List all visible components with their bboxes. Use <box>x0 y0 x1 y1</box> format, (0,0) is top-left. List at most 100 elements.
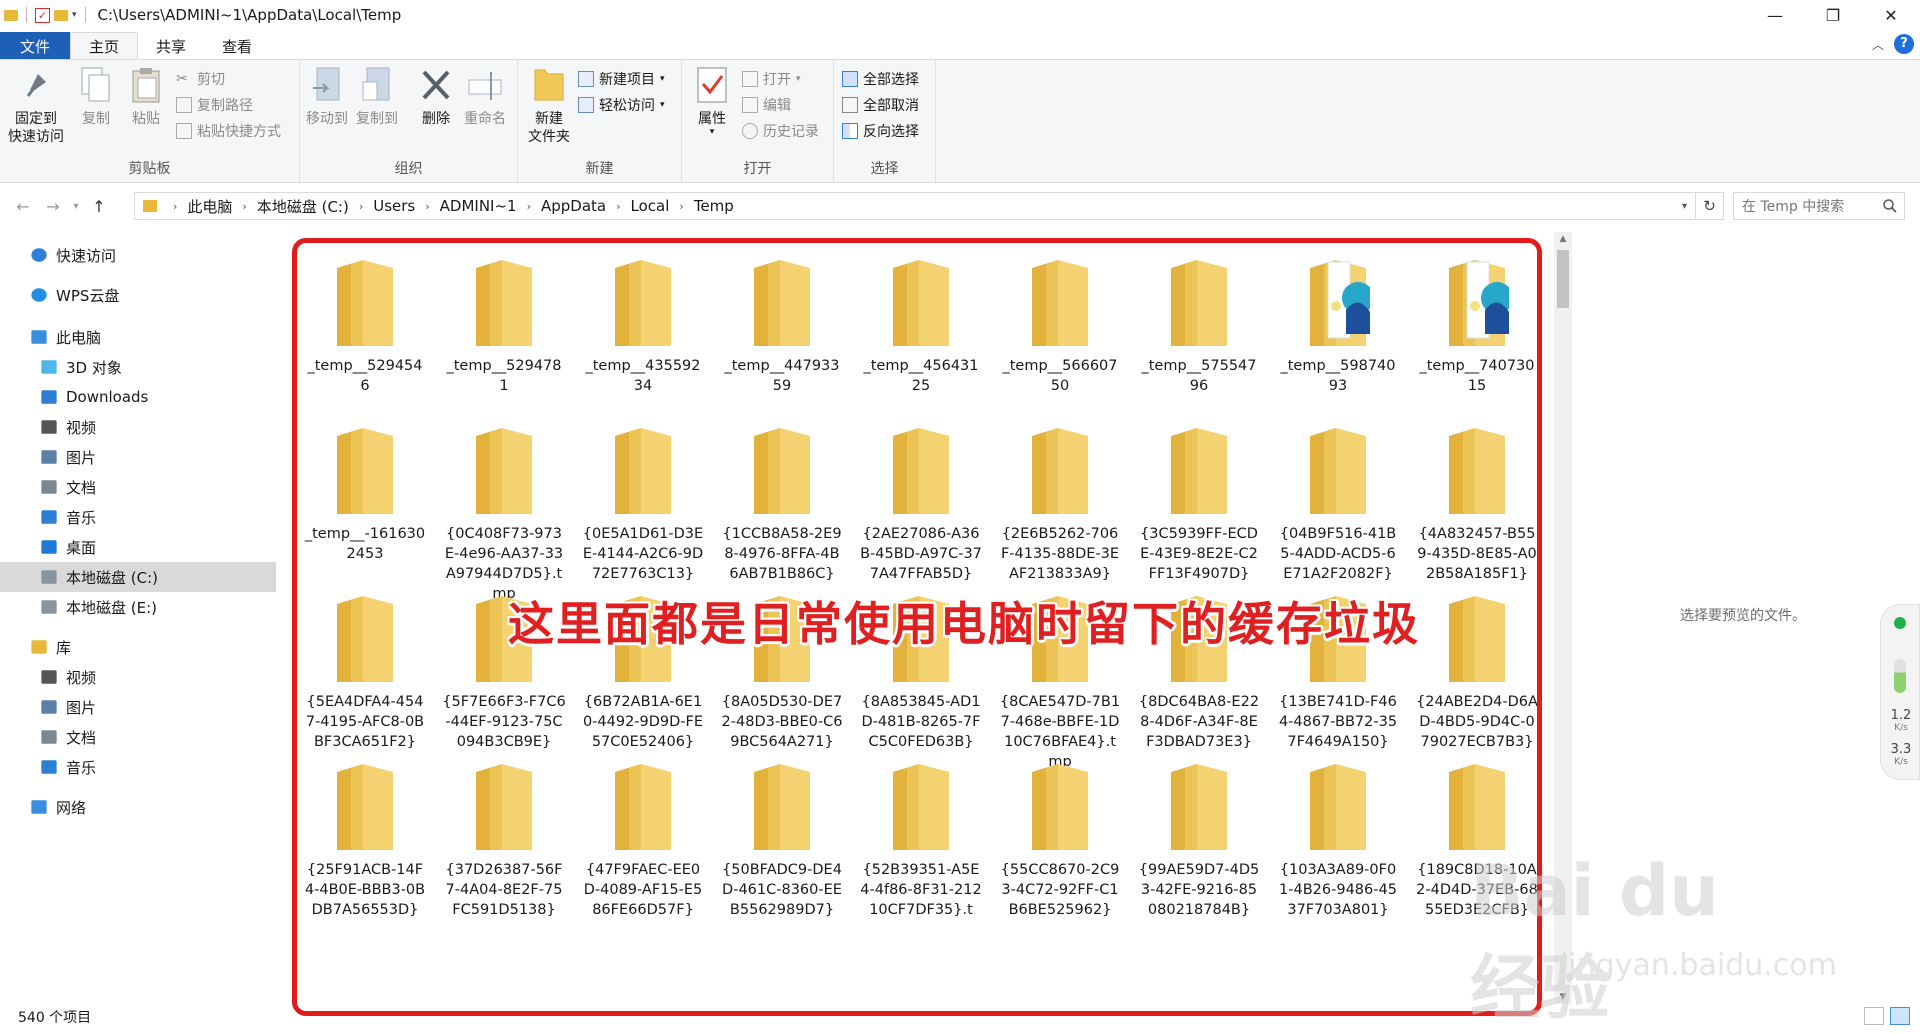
nav-item[interactable]: 本地磁盘 (C:) <box>0 562 276 592</box>
file-item[interactable]: {52B39351-A5E4-4f86-8F31-21210CF7DF35}.t <box>858 750 984 920</box>
breadcrumb-local[interactable]: Local <box>631 197 670 215</box>
move-to-button[interactable]: 移动到 <box>306 66 348 128</box>
maximize-button[interactable]: ❐ <box>1804 0 1862 30</box>
search-input[interactable]: 在 Temp 中搜索 <box>1733 192 1905 220</box>
forward-arrow-icon[interactable]: → <box>38 197 68 216</box>
nav-item[interactable]: 图片 <box>40 442 276 472</box>
history-button[interactable]: 历史记录 <box>742 120 819 142</box>
nav-item[interactable]: 3D 对象 <box>40 352 276 382</box>
file-item[interactable]: {0C408F73-973E-4e96-AA37-33A97944D7D5}.t… <box>441 414 567 604</box>
file-item[interactable]: _temp__43559234 <box>580 246 706 396</box>
breadcrumb-admin[interactable]: ADMINI~1 <box>440 197 517 215</box>
back-arrow-icon[interactable]: ← <box>8 197 38 216</box>
refresh-icon[interactable]: ↻ <box>1696 192 1724 220</box>
file-item[interactable]: {99AE59D7-4D53-42FE-9216-85080218784B} <box>1136 750 1262 920</box>
file-item[interactable]: {1CCB8A58-2E98-4976-8FFA-4B6AB7B1B86C} <box>719 414 845 584</box>
nav-item[interactable]: 视频 <box>40 412 276 442</box>
file-item[interactable]: {55CC8670-2C93-4C72-92FF-C1B6BE525962} <box>997 750 1123 920</box>
nav-item[interactable]: 本地磁盘 (E:) <box>40 592 276 622</box>
chevron-right-icon[interactable]: › <box>425 200 429 213</box>
file-item[interactable]: {37D26387-56F7-4A04-8E2F-75FC591D5138} <box>441 750 567 920</box>
file-item[interactable]: _temp__-1616302453 <box>302 414 428 564</box>
cut-button[interactable]: ✂ 剪切 <box>176 68 225 90</box>
rename-button[interactable]: 重命名 <box>464 66 506 128</box>
address-bar[interactable]: › 此电脑 › 本地磁盘 (C:) › Users › ADMINI~1 › A… <box>134 192 1696 220</box>
nav-item[interactable]: 图片 <box>40 692 276 722</box>
file-item[interactable]: {5EA4DFA4-4547-4195-AFC8-0BBF3CA651F2} <box>302 582 428 752</box>
nav-item[interactable]: 桌面 <box>40 532 276 562</box>
file-item[interactable]: {24ABE2D4-D6AD-4BD5-9D4C-079027ECB7B3} <box>1414 582 1540 752</box>
chevron-right-icon[interactable]: › <box>527 200 531 213</box>
select-all-button[interactable]: 全部选择 <box>842 68 919 90</box>
nav-item[interactable]: 快速访问 <box>30 240 276 270</box>
paste-button[interactable]: 粘贴 <box>128 66 164 128</box>
nav-item[interactable]: 音乐 <box>40 752 276 782</box>
delete-button[interactable]: 删除 <box>418 66 454 128</box>
easy-access-button[interactable]: 轻松访问 ▾ <box>578 94 665 116</box>
scrollbar-thumb[interactable] <box>1557 250 1569 308</box>
scroll-up-icon[interactable]: ▲ <box>1554 234 1572 244</box>
new-folder-button[interactable]: 新建 文件夹 <box>528 66 570 146</box>
net-speed-widget[interactable]: 1.2 K/s 3.3 K/s <box>1880 604 1920 780</box>
chevron-right-icon[interactable]: › <box>679 200 683 213</box>
file-item[interactable]: _temp__57554796 <box>1136 246 1262 396</box>
file-item[interactable]: {0E5A1D61-D3EE-4144-A2C6-9D72E7763C13} <box>580 414 706 584</box>
properties-button[interactable]: 属性 ▾ <box>694 66 730 137</box>
tab-view[interactable]: 查看 <box>204 32 270 60</box>
file-item[interactable]: _temp__56660750 <box>997 246 1123 396</box>
nav-item[interactable]: 网络 <box>30 792 276 822</box>
chevron-right-icon[interactable]: › <box>616 200 620 213</box>
file-item[interactable]: {103A3A89-0F01-4B26-9486-4537F703A801} <box>1275 750 1401 920</box>
file-item[interactable]: {2E6B5262-706F-4135-88DE-3EAF213833A9} <box>997 414 1123 584</box>
file-item[interactable]: _temp__45643125 <box>858 246 984 396</box>
nav-item[interactable]: 音乐 <box>40 502 276 532</box>
new-folder-quick-icon[interactable] <box>54 9 68 21</box>
nav-item[interactable]: 文档 <box>40 472 276 502</box>
nav-item[interactable]: WPS云盘 <box>30 280 276 310</box>
details-view-icon[interactable] <box>1864 1007 1884 1025</box>
file-item[interactable]: {3C5939FF-ECDE-43E9-8E2E-C2FF13F4907D} <box>1136 414 1262 584</box>
minimize-button[interactable]: — <box>1746 0 1804 30</box>
tab-file[interactable]: 文件 <box>0 32 70 60</box>
breadcrumb-appdata[interactable]: AppData <box>541 197 606 215</box>
file-item[interactable]: _temp__59874093 <box>1275 246 1401 396</box>
chevron-right-icon[interactable]: › <box>359 200 363 213</box>
chevron-right-icon[interactable]: › <box>242 200 246 213</box>
address-dropdown-icon[interactable]: ▾ <box>1682 201 1687 212</box>
file-item[interactable]: _temp__74073015 <box>1414 246 1540 396</box>
close-button[interactable]: ✕ <box>1862 0 1920 30</box>
copy-to-button[interactable]: 复制到 <box>356 66 398 128</box>
up-arrow-icon[interactable]: ↑ <box>84 197 114 216</box>
recent-locations-icon[interactable]: ▾ <box>68 201 84 212</box>
breadcrumb-users[interactable]: Users <box>373 197 415 215</box>
invert-selection-button[interactable]: 反向选择 <box>842 120 919 142</box>
nav-item[interactable]: 视频 <box>40 662 276 692</box>
select-none-button[interactable]: 全部取消 <box>842 94 919 116</box>
file-item[interactable]: _temp__5294781 <box>441 246 567 396</box>
customize-dropdown-icon[interactable]: ▾ <box>72 10 77 20</box>
search-icon[interactable] <box>1882 198 1898 214</box>
file-item[interactable]: {2AE27086-A36B-45BD-A97C-377A47FFAB5D} <box>858 414 984 584</box>
large-icons-view-icon[interactable] <box>1890 1007 1910 1025</box>
paste-shortcut-button[interactable]: 粘贴快捷方式 <box>176 120 281 142</box>
breadcrumb-c-drive[interactable]: 本地磁盘 (C:) <box>257 196 349 217</box>
collapse-ribbon-icon[interactable]: ︿ <box>1872 36 1884 53</box>
file-item[interactable]: {47F9FAEC-EE0D-4089-AF15-E586FE66D57F} <box>580 750 706 920</box>
file-item[interactable]: {25F91ACB-14F4-4B0E-BBB3-0BDB7A56553D} <box>302 750 428 920</box>
breadcrumb-this-pc[interactable]: 此电脑 <box>187 196 232 217</box>
pin-to-quick-access-button[interactable]: 固定到 快速访问 <box>8 66 64 146</box>
new-item-button[interactable]: 新建项目 ▾ <box>578 68 665 90</box>
copy-path-button[interactable]: 复制路径 <box>176 94 253 116</box>
file-item[interactable]: {4A832457-B559-435D-8E85-A02B58A185F1} <box>1414 414 1540 584</box>
nav-item[interactable]: 此电脑 <box>30 322 276 352</box>
properties-quick-icon[interactable]: ✓ <box>35 7 50 23</box>
tab-share[interactable]: 共享 <box>138 32 204 60</box>
edit-button[interactable]: 编辑 <box>742 94 791 116</box>
copy-button[interactable]: 复制 <box>78 66 114 128</box>
help-icon[interactable]: ? <box>1894 34 1914 54</box>
tab-home[interactable]: 主页 <box>70 32 139 60</box>
file-item[interactable]: {04B9F516-41B5-4ADD-ACD5-6E71A2F2082F} <box>1275 414 1401 584</box>
nav-item[interactable]: 文档 <box>40 722 276 752</box>
file-item[interactable]: _temp__5294546 <box>302 246 428 396</box>
breadcrumb-temp[interactable]: Temp <box>694 197 734 215</box>
